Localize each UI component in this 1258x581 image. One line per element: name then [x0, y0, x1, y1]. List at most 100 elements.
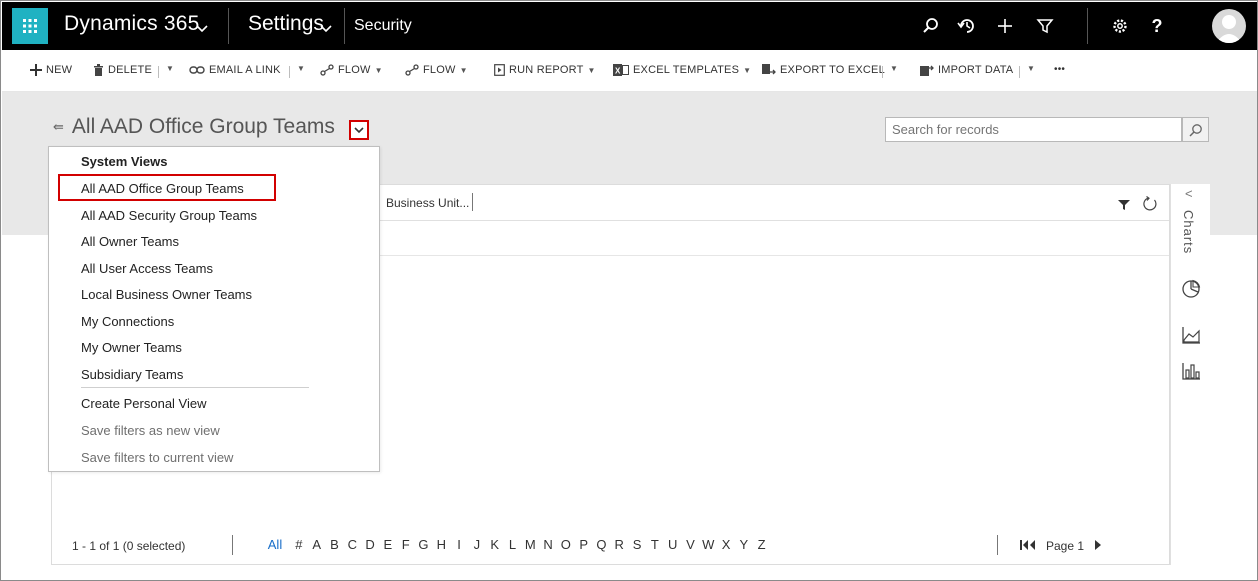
avatar[interactable]	[1212, 9, 1246, 43]
flow-icon	[405, 64, 419, 76]
footer-divider	[232, 535, 233, 555]
next-page-icon[interactable]	[1094, 539, 1102, 553]
charts-label[interactable]: Charts	[1181, 210, 1196, 254]
create-personal-view-option[interactable]: Create Personal View	[81, 396, 207, 411]
letter-filter[interactable]: C	[343, 537, 361, 552]
view-option-subsidiary-teams[interactable]: Subsidiary Teams	[81, 367, 183, 382]
view-title: ⇚ All AAD Office Group Teams	[53, 115, 335, 139]
nav-divider	[344, 8, 345, 44]
search-input[interactable]	[885, 117, 1182, 142]
view-option-all-aad-office-group-teams[interactable]: All AAD Office Group Teams	[81, 181, 244, 196]
footer-divider	[997, 535, 998, 555]
letter-filter[interactable]: K	[486, 537, 504, 552]
export-excel-button[interactable]: EXPORT TO EXCEL	[762, 64, 885, 76]
email-link-button[interactable]: EMAIL A LINK	[189, 64, 281, 76]
view-option-all-owner-teams[interactable]: All Owner Teams	[81, 234, 179, 249]
filter-icon[interactable]	[1033, 14, 1057, 38]
brand-name[interactable]: Dynamics 365	[64, 12, 199, 36]
view-option-my-connections[interactable]: My Connections	[81, 314, 174, 329]
letter-filter[interactable]: A	[308, 537, 326, 552]
save-filters-to-current-view-option[interactable]: Save filters to current view	[81, 450, 233, 465]
save-filters-as-new-view-option[interactable]: Save filters as new view	[81, 423, 220, 438]
pin-icon[interactable]: ⇚	[53, 119, 64, 135]
letter-filter[interactable]: V	[682, 537, 700, 552]
column-header-business-unit[interactable]: Business Unit...	[386, 196, 469, 210]
chevron-down-icon[interactable]	[196, 20, 208, 38]
view-selector-menu: System Views All AAD Office Group Teams …	[48, 146, 380, 472]
letter-filter[interactable]: Q	[593, 537, 611, 552]
letter-filter[interactable]: G	[415, 537, 433, 552]
excel-templates-button[interactable]: X EXCEL TEMPLATES ▼	[613, 64, 751, 76]
letter-filter-all[interactable]: All	[260, 537, 290, 552]
view-selector-button[interactable]	[349, 120, 369, 140]
search-button[interactable]	[1182, 117, 1209, 142]
more-commands-button[interactable]: •••	[1054, 64, 1065, 75]
letter-filter[interactable]: J	[468, 537, 486, 552]
letter-filter[interactable]: N	[539, 537, 557, 552]
letter-filter[interactable]: X	[717, 537, 735, 552]
pager: Page 1	[1020, 539, 1102, 553]
letter-filter[interactable]: T	[646, 537, 664, 552]
chevron-left-icon[interactable]: <	[1185, 186, 1193, 201]
letter-filter[interactable]: B	[326, 537, 344, 552]
letter-filter[interactable]: U	[664, 537, 682, 552]
import-more-button[interactable]: ▼	[1027, 64, 1035, 73]
email-more-button[interactable]: ▼	[297, 64, 305, 73]
letter-filter[interactable]: L	[504, 537, 522, 552]
search-icon[interactable]	[919, 14, 943, 38]
alphabet-filter: All # A B C D E F G H I J K L M N O P Q …	[260, 537, 771, 552]
letter-filter[interactable]: Y	[735, 537, 753, 552]
letter-filter[interactable]: R	[610, 537, 628, 552]
new-button[interactable]: NEW	[30, 64, 72, 76]
letter-filter[interactable]: I	[450, 537, 468, 552]
letter-filter[interactable]: E	[379, 537, 397, 552]
nav-divider	[228, 8, 229, 44]
gear-icon[interactable]	[1108, 14, 1132, 38]
pie-chart-icon[interactable]	[1179, 278, 1203, 300]
letter-filter[interactable]: D	[361, 537, 379, 552]
view-option-all-aad-security-group-teams[interactable]: All AAD Security Group Teams	[81, 208, 257, 223]
delete-more-button[interactable]: ▼	[166, 64, 174, 73]
letter-filter[interactable]: Z	[753, 537, 771, 552]
page-breadcrumb[interactable]: Security	[354, 17, 412, 35]
letter-filter[interactable]: M	[521, 537, 539, 552]
export-more-button[interactable]: ▼	[890, 64, 898, 73]
help-icon[interactable]: ?	[1145, 14, 1169, 38]
import-data-button[interactable]: IMPORT DATA	[920, 64, 1013, 76]
letter-filter[interactable]: F	[397, 537, 415, 552]
email-link-label: EMAIL A LINK	[209, 64, 281, 76]
letter-filter[interactable]: W	[699, 537, 717, 552]
chevron-down-icon[interactable]	[320, 20, 332, 38]
column-resize-handle[interactable]	[472, 193, 473, 211]
caret-down-icon: ▼	[890, 64, 899, 73]
charts-pane: < Charts	[1170, 184, 1210, 565]
first-page-icon[interactable]	[1020, 539, 1036, 553]
caret-down-icon: ▼	[587, 65, 596, 75]
filter-icon[interactable]	[1118, 198, 1130, 216]
import-icon	[920, 65, 934, 76]
plus-icon[interactable]	[993, 14, 1017, 38]
flow-button-1[interactable]: FLOW ▼	[320, 64, 383, 76]
flow-button-2[interactable]: FLOW ▼	[405, 64, 468, 76]
view-option-my-owner-teams[interactable]: My Owner Teams	[81, 340, 182, 355]
letter-filter[interactable]: H	[432, 537, 450, 552]
bar-chart-icon[interactable]	[1179, 360, 1203, 382]
excel-templates-label: EXCEL TEMPLATES	[633, 64, 740, 76]
letter-filter[interactable]: O	[557, 537, 575, 552]
refresh-icon[interactable]	[1142, 196, 1158, 217]
run-report-button[interactable]: RUN REPORT ▼	[494, 64, 596, 76]
recent-icon[interactable]	[955, 14, 979, 38]
letter-filter[interactable]: S	[628, 537, 646, 552]
area-menu[interactable]: Settings	[248, 12, 324, 36]
caret-down-icon: ▼	[743, 65, 752, 75]
plus-icon	[30, 64, 42, 76]
delete-button[interactable]: DELETE	[93, 64, 152, 76]
letter-filter[interactable]: P	[575, 537, 593, 552]
waffle-icon[interactable]	[12, 8, 48, 44]
letter-filter[interactable]: #	[290, 537, 308, 552]
area-chart-icon[interactable]	[1179, 324, 1203, 346]
view-option-local-business-owner-teams[interactable]: Local Business Owner Teams	[81, 287, 252, 302]
page-label: Page 1	[1046, 539, 1085, 553]
view-title-text: All AAD Office Group Teams	[71, 115, 335, 138]
view-option-all-user-access-teams[interactable]: All User Access Teams	[81, 261, 213, 276]
